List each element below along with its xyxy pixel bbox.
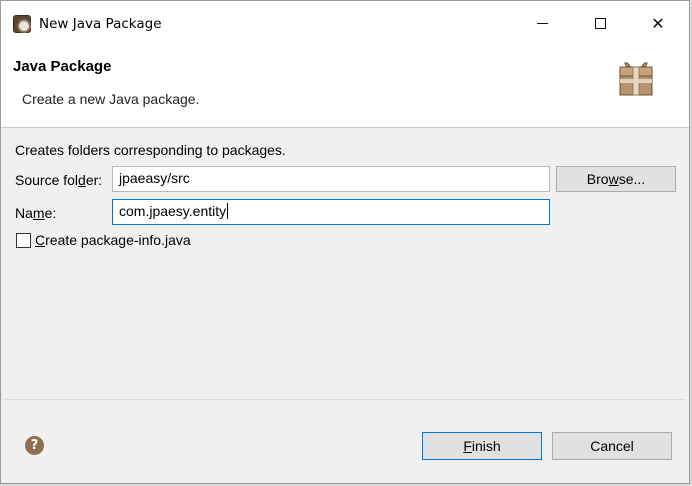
name-label: Name: bbox=[15, 205, 57, 221]
close-button[interactable]: ✕ bbox=[629, 1, 687, 45]
header-banner: Java Package Create a new Java package. bbox=[1, 45, 689, 128]
page-description: Create a new Java package. bbox=[22, 91, 200, 107]
create-package-info-checkbox[interactable] bbox=[16, 233, 31, 248]
create-package-info-label[interactable]: Create package-info.java bbox=[35, 232, 191, 248]
help-icon[interactable]: ? bbox=[25, 436, 44, 455]
maximize-button[interactable] bbox=[571, 1, 629, 45]
browse-button[interactable]: Bro w se... bbox=[556, 166, 676, 192]
source-folder-input[interactable]: jpaeasy/src bbox=[112, 166, 550, 192]
maximize-icon bbox=[594, 17, 606, 29]
title-bar: New Java Package ✕ bbox=[1, 1, 689, 45]
close-icon: ✕ bbox=[651, 13, 665, 33]
package-box-icon bbox=[619, 62, 653, 96]
finish-button[interactable]: Finish bbox=[422, 432, 542, 460]
new-java-package-dialog: New Java Package ✕ Java Package Create a… bbox=[0, 0, 690, 484]
cancel-button[interactable]: Cancel bbox=[552, 432, 672, 460]
text-caret bbox=[227, 203, 229, 219]
package-name-input[interactable]: com.jpaesy.entity bbox=[112, 199, 550, 225]
minimize-button[interactable] bbox=[513, 1, 571, 45]
minimize-icon bbox=[536, 22, 548, 24]
footer-divider bbox=[5, 399, 685, 400]
eclipse-app-icon bbox=[13, 15, 31, 33]
window-title: New Java Package bbox=[39, 16, 162, 32]
page-title: Java Package bbox=[13, 58, 112, 75]
form-area: Creates folders corresponding to package… bbox=[1, 129, 689, 399]
info-text: Creates folders corresponding to package… bbox=[15, 142, 286, 158]
source-folder-label: Source folder: bbox=[15, 172, 103, 188]
